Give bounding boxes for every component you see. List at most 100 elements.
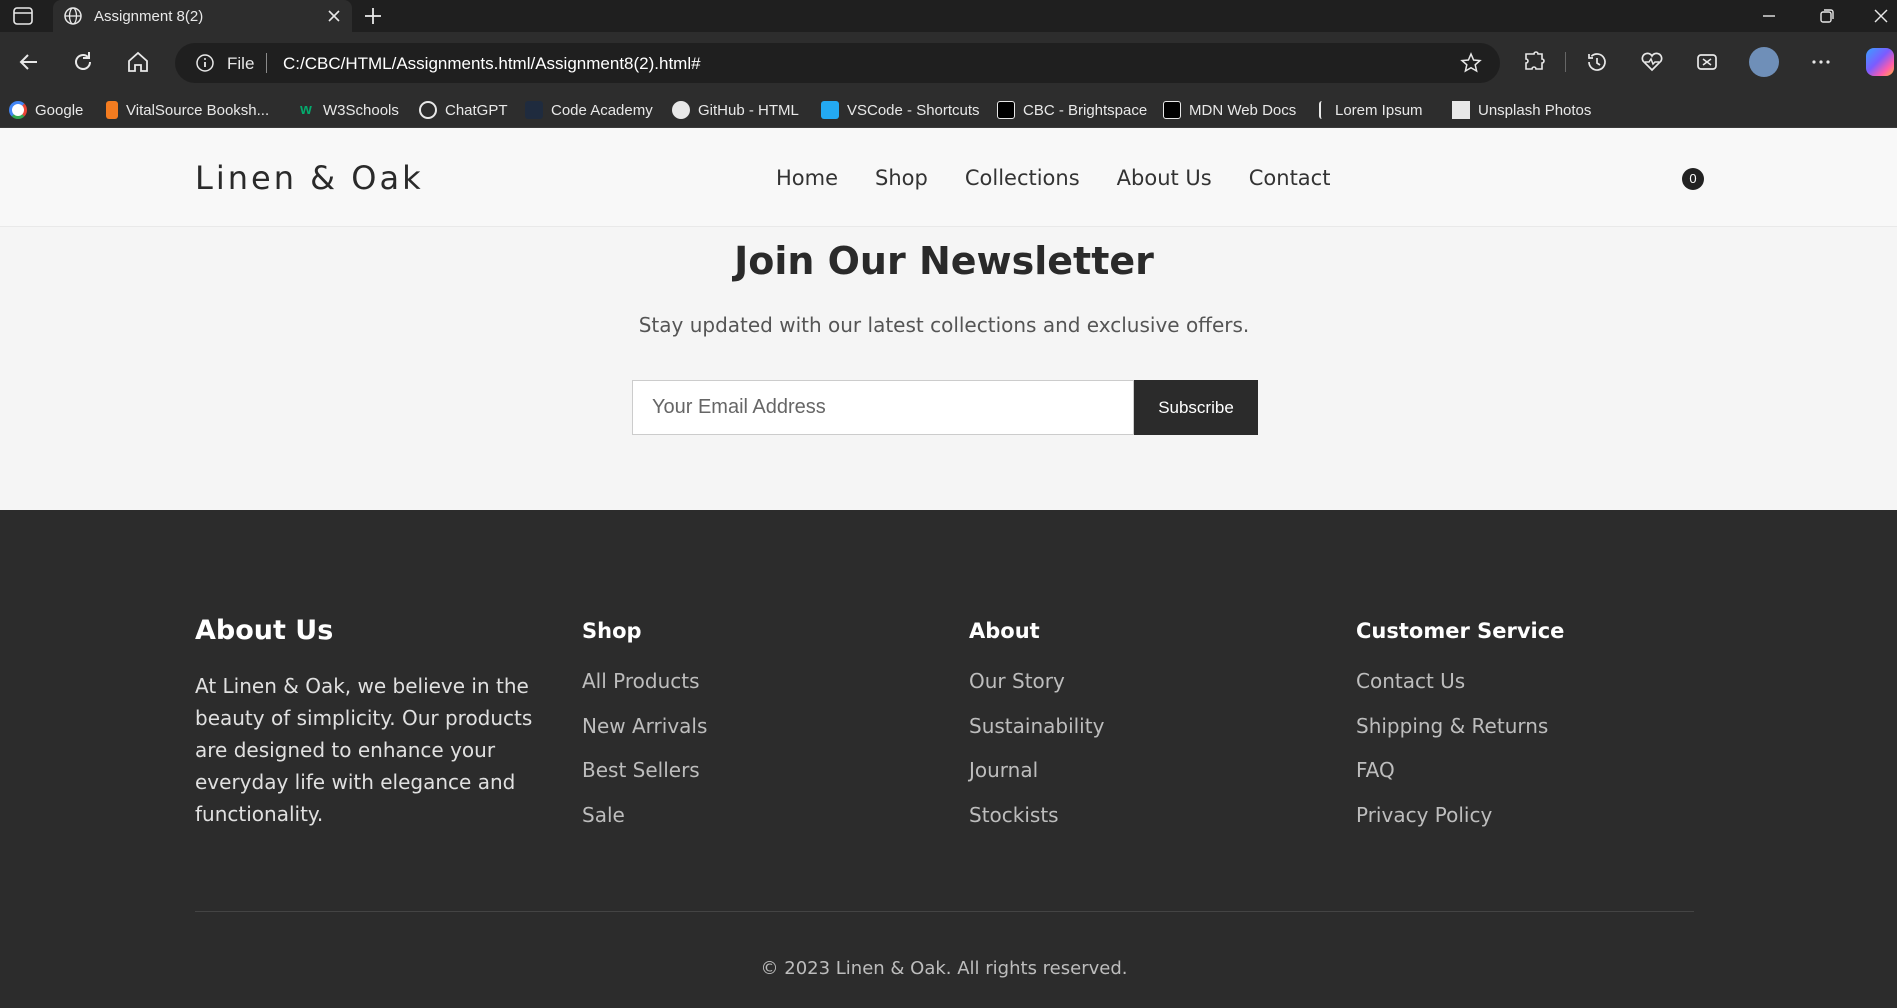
bookmark-label: ChatGPT	[445, 101, 508, 119]
site-logo[interactable]: Linen & Oak	[195, 159, 424, 197]
site-header: Linen & Oak Home Shop Collections About …	[0, 128, 1897, 227]
footer-shop-column: Shop All Products New Arrivals Best Sell…	[582, 615, 707, 847]
footer-link-sale[interactable]: Sale	[582, 803, 707, 848]
bookmark-unsplash[interactable]: Unsplash Photos	[1452, 100, 1591, 120]
tab-title: Assignment 8(2)	[94, 8, 204, 25]
extensions-icon[interactable]	[1522, 49, 1548, 75]
w3schools-icon: w	[300, 101, 312, 118]
restore-icon[interactable]	[1815, 4, 1839, 28]
footer-about-title: About Us	[195, 615, 334, 646]
screenshot-icon[interactable]	[1694, 49, 1720, 75]
footer-column-heading: Customer Service	[1356, 619, 1565, 643]
newsletter-section: Join Our Newsletter Stay updated with ou…	[0, 227, 1897, 510]
tab-actions-icon[interactable]	[12, 6, 34, 26]
address-url[interactable]: C:/CBC/HTML/Assignments.html/Assignment8…	[283, 54, 701, 74]
main-nav: Home Shop Collections About Us Contact	[776, 166, 1367, 190]
bookmark-label: VitalSource Booksh...	[126, 101, 270, 119]
footer-about-text: At Linen & Oak, we believe in the beauty…	[195, 674, 533, 826]
browser-tab[interactable]: Assignment 8(2)	[53, 0, 352, 32]
footer-link-stockists[interactable]: Stockists	[969, 803, 1104, 848]
page-scrollbar[interactable]	[1893, 128, 1897, 1008]
address-toolbar: File C:/CBC/HTML/Assignments.html/Assign…	[0, 32, 1897, 92]
github-icon	[672, 101, 690, 119]
footer-column-heading: Shop	[582, 619, 642, 643]
newsletter-subtitle: Stay updated with our latest collections…	[638, 313, 1250, 337]
bookmark-label: Lorem Ipsum	[1335, 101, 1423, 119]
subscribe-button[interactable]: Subscribe	[1134, 380, 1258, 435]
nav-contact[interactable]: Contact	[1249, 166, 1331, 190]
bookmark-label: GitHub - HTML	[698, 101, 799, 119]
nav-shop[interactable]: Shop	[875, 166, 928, 190]
footer-link-contact-us[interactable]: Contact Us	[1356, 669, 1564, 714]
vitalsource-icon	[106, 101, 118, 119]
copyright-text: © 2023 Linen & Oak. All rights reserved.	[760, 958, 1128, 979]
info-icon[interactable]	[195, 53, 215, 73]
bookmark-brightspace[interactable]: CBC - Brightspace	[997, 100, 1147, 120]
footer-about-links-column: About Our Story Sustainability Journal S…	[969, 615, 1104, 847]
copilot-icon[interactable]	[1866, 48, 1894, 76]
refresh-icon[interactable]	[70, 49, 96, 75]
footer-link-all-products[interactable]: All Products	[582, 669, 707, 714]
bookmark-label: CBC - Brightspace	[1023, 101, 1148, 119]
bookmarks-bar: Google VitalSource Booksh... w W3Schools…	[0, 92, 1897, 128]
bookmark-label: Code Academy	[551, 101, 653, 119]
address-bar[interactable]: File C:/CBC/HTML/Assignments.html/Assign…	[175, 43, 1500, 83]
nav-collections[interactable]: Collections	[965, 166, 1080, 190]
bookmark-mdn[interactable]: MDN Web Docs	[1163, 100, 1296, 120]
home-icon[interactable]	[125, 49, 151, 75]
nav-about-us[interactable]: About Us	[1117, 166, 1212, 190]
bookmark-chatgpt[interactable]: ChatGPT	[419, 100, 508, 120]
footer-link-journal[interactable]: Journal	[969, 758, 1104, 803]
profile-avatar[interactable]	[1749, 47, 1779, 77]
footer-link-sustainability[interactable]: Sustainability	[969, 714, 1104, 759]
footer-link-new-arrivals[interactable]: New Arrivals	[582, 714, 707, 759]
footer-about-column: About Us At Linen & Oak, we believe in t…	[195, 615, 545, 830]
email-input[interactable]	[632, 380, 1134, 435]
d2l-icon	[997, 101, 1015, 119]
chatgpt-icon	[419, 101, 437, 119]
bookmark-google[interactable]: Google	[9, 100, 83, 120]
footer-link-faq[interactable]: FAQ	[1356, 758, 1564, 803]
unsplash-icon	[1452, 101, 1470, 119]
footer-link-best-sellers[interactable]: Best Sellers	[582, 758, 707, 803]
toolbar-separator	[1565, 52, 1566, 72]
bookmark-label: Google	[35, 101, 84, 119]
history-icon[interactable]	[1584, 49, 1610, 75]
vscode-icon	[821, 101, 839, 119]
new-tab-icon[interactable]	[362, 5, 384, 27]
bookmark-w3schools[interactable]: w W3Schools	[297, 100, 399, 120]
browser-essentials-icon[interactable]	[1639, 49, 1665, 75]
close-window-icon[interactable]	[1869, 4, 1893, 28]
bookmark-label: W3Schools	[323, 101, 399, 119]
cart-count-badge[interactable]: 0	[1682, 168, 1704, 190]
footer-link-privacy-policy[interactable]: Privacy Policy	[1356, 803, 1564, 848]
close-tab-icon[interactable]	[324, 6, 344, 26]
footer-column-heading: About	[969, 619, 1040, 643]
bookmark-codecademy[interactable]: Code Academy	[525, 100, 653, 120]
favorite-star-icon[interactable]	[1460, 52, 1482, 74]
bookmark-lorem-ipsum[interactable]: Lorem Ipsum	[1319, 100, 1423, 120]
bookmark-label: Unsplash Photos	[1478, 101, 1592, 119]
bookmark-vitalsource[interactable]: VitalSource Booksh...	[106, 100, 269, 120]
nav-home[interactable]: Home	[776, 166, 838, 190]
minimize-icon[interactable]	[1757, 4, 1781, 28]
back-arrow-icon[interactable]	[16, 49, 42, 75]
footer-link-shipping-returns[interactable]: Shipping & Returns	[1356, 714, 1564, 759]
bookmark-label: VSCode - Shortcuts	[847, 101, 980, 119]
site-footer: About Us At Linen & Oak, we believe in t…	[0, 510, 1897, 1008]
newsletter-title: Join Our Newsletter	[734, 239, 1154, 283]
address-scheme-label: File	[227, 54, 255, 73]
codecademy-icon	[525, 101, 543, 119]
bookmark-vscode[interactable]: VSCode - Shortcuts	[821, 100, 980, 120]
globe-icon	[64, 7, 82, 25]
google-icon	[9, 101, 27, 119]
footer-customer-service-column: Customer Service Contact Us Shipping & R…	[1356, 615, 1564, 847]
bookmark-github[interactable]: GitHub - HTML	[672, 100, 799, 120]
more-options-icon[interactable]	[1808, 49, 1834, 75]
browser-tab-bar: Assignment 8(2)	[0, 0, 1897, 32]
address-separator	[266, 53, 267, 73]
footer-link-our-story[interactable]: Our Story	[969, 669, 1104, 714]
footer-divider	[195, 911, 1694, 912]
bookmark-label: MDN Web Docs	[1189, 101, 1297, 119]
lorem-icon	[1319, 101, 1327, 119]
